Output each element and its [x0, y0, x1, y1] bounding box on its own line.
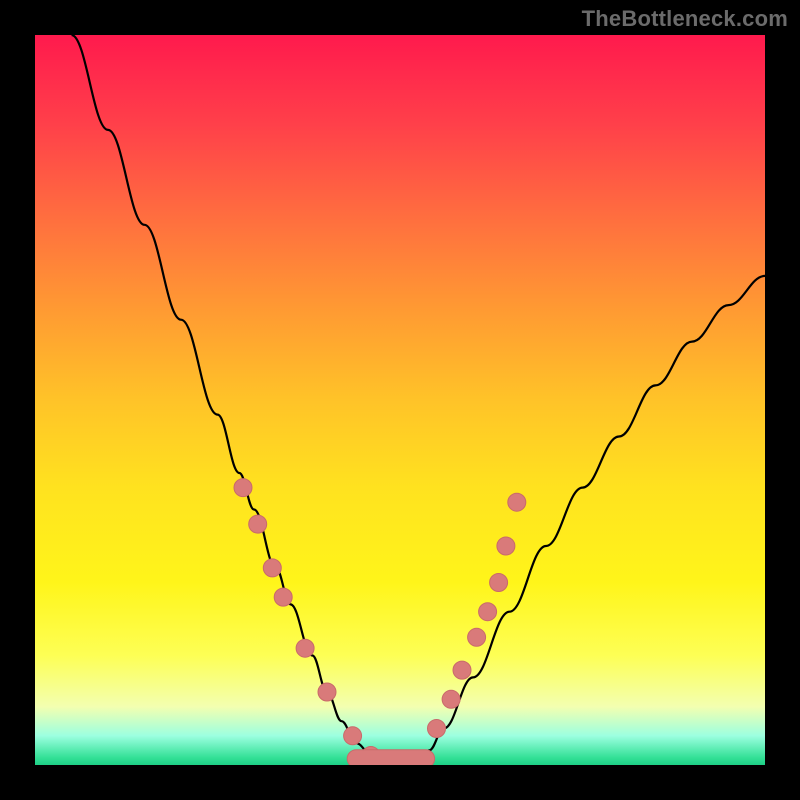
data-marker — [296, 639, 314, 657]
data-marker — [318, 683, 336, 701]
data-marker — [263, 559, 281, 577]
curve-layer — [72, 35, 766, 761]
chart-frame: TheBottleneck.com — [0, 0, 800, 800]
data-marker — [249, 515, 267, 533]
data-marker — [468, 628, 486, 646]
data-marker-strip — [347, 750, 434, 765]
data-marker — [453, 661, 471, 679]
data-marker — [344, 727, 362, 745]
data-marker — [490, 574, 508, 592]
data-marker — [479, 603, 497, 621]
data-marker — [234, 479, 252, 497]
data-marker — [428, 720, 446, 738]
chart-svg — [35, 35, 765, 765]
data-marker — [442, 690, 460, 708]
data-marker — [508, 493, 526, 511]
data-marker — [497, 537, 515, 555]
markers-layer — [234, 479, 526, 765]
bottleneck-curve — [72, 35, 766, 761]
watermark-text: TheBottleneck.com — [582, 6, 788, 32]
data-marker — [274, 588, 292, 606]
